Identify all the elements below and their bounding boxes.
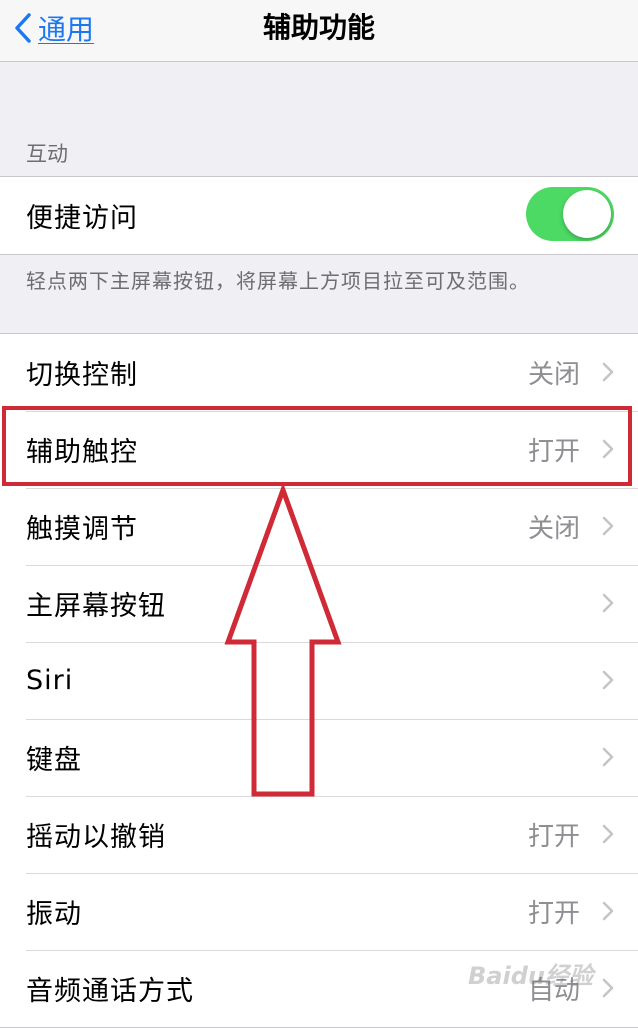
chevron-right-icon [602, 362, 614, 382]
chevron-right-icon [602, 516, 614, 536]
reachability-label: 便捷访问 [26, 203, 138, 234]
row-label: 主屏幕按钮 [26, 591, 166, 622]
chevron-right-icon [602, 824, 614, 844]
chevron-right-icon [602, 747, 614, 767]
row-label: 振动 [26, 899, 82, 930]
row-value: 打开 [527, 899, 580, 929]
reachability-toggle[interactable] [526, 187, 614, 241]
row-shake-to-undo[interactable]: 摇动以撤销 打开 [0, 796, 638, 873]
row-label: Siri [26, 665, 74, 696]
watermark-logo: Baidu经验 [468, 962, 593, 990]
reachability-footer: 轻点两下主屏幕按钮，将屏幕上方项目拉至可及范围。 [26, 269, 530, 293]
row-value: 关闭 [527, 514, 580, 544]
chevron-right-icon [602, 901, 614, 921]
row-value: 关闭 [527, 360, 580, 390]
row-label: 摇动以撤销 [26, 822, 166, 853]
up-arrow-icon [224, 482, 342, 797]
row-label: 键盘 [26, 745, 82, 776]
chevron-right-icon [602, 978, 614, 998]
highlight-box [2, 406, 632, 486]
chevron-right-icon [602, 670, 614, 690]
toggle-knob [563, 190, 611, 238]
section-header-interaction: 互动 [26, 142, 68, 166]
chevron-right-icon [602, 593, 614, 613]
row-switch-control[interactable]: 切换控制 关闭 [0, 334, 638, 411]
row-vibration[interactable]: 振动 打开 [0, 873, 638, 950]
row-label: 音频通话方式 [26, 976, 194, 1007]
row-label: 切换控制 [26, 360, 138, 391]
navigation-bar: 通用 辅助功能 [0, 0, 638, 62]
row-label: 触摸调节 [26, 514, 138, 545]
reachability-row[interactable]: 便捷访问 [0, 177, 638, 254]
reachability-group: 便捷访问 [0, 176, 638, 255]
page-title: 辅助功能 [262, 11, 375, 44]
row-value: 打开 [527, 822, 580, 852]
